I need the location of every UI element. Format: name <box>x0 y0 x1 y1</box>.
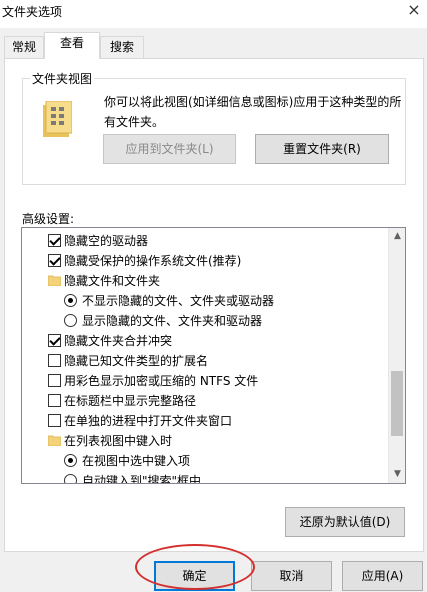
list-item-label: 隐藏空的驱动器 <box>64 234 149 248</box>
apply-to-folders-button[interactable]: 应用到文件夹(L) <box>103 134 236 164</box>
list-item-label: 隐藏文件夹合并冲突 <box>64 334 173 348</box>
tab-general[interactable]: 常规 <box>4 36 44 58</box>
scroll-down-icon[interactable]: ▼ <box>389 466 405 483</box>
radio-button[interactable] <box>64 294 77 307</box>
reset-folders-button[interactable]: 重置文件夹(R) <box>255 134 389 164</box>
list-item-label: 隐藏文件和文件夹 <box>64 274 161 288</box>
cancel-button[interactable]: 取消 <box>251 561 332 591</box>
folder-icon <box>43 101 72 137</box>
tab-search[interactable]: 搜索 <box>100 36 144 58</box>
scroll-up-icon[interactable]: ▲ <box>389 228 405 245</box>
list-item: 在列表视图中键入时 <box>22 431 388 451</box>
list-item-label: 在视图中选中键入项 <box>82 454 191 468</box>
list-item: 隐藏文件和文件夹 <box>22 271 388 291</box>
list-item-label: 不显示隐藏的文件、文件夹或驱动器 <box>82 294 275 308</box>
folder-view-title: 文件夹视图 <box>30 70 95 87</box>
list-item[interactable]: 不显示隐藏的文件、文件夹或驱动器 <box>22 291 388 311</box>
checkbox[interactable] <box>48 234 61 247</box>
apply-button[interactable]: 应用(A) <box>342 561 423 591</box>
list-item[interactable]: 在单独的进程中打开文件夹窗口 <box>22 411 388 431</box>
vertical-scrollbar[interactable]: ▲ ▼ <box>388 228 405 483</box>
advanced-settings-label: 高级设置: <box>22 212 75 226</box>
list-item[interactable]: 在标题栏中显示完整路径 <box>22 391 388 411</box>
folder-icon <box>48 435 61 446</box>
radio-button[interactable] <box>64 314 77 327</box>
description-line-2: 有文件夹。 <box>104 115 165 129</box>
checkbox[interactable] <box>48 334 61 347</box>
list-item[interactable]: 隐藏已知文件类型的扩展名 <box>22 351 388 371</box>
list-item-label: 在标题栏中显示完整路径 <box>64 394 197 408</box>
checkbox[interactable] <box>48 354 61 367</box>
list-item[interactable]: 自动键入到"搜索"框中 <box>22 471 388 484</box>
list-item-label: 用彩色显示加密或压缩的 NTFS 文件 <box>64 374 259 388</box>
tab-view[interactable]: 查看 <box>44 32 100 59</box>
window-title: 文件夹选项 <box>2 5 63 19</box>
list-item[interactable]: 显示隐藏的文件、文件夹和驱动器 <box>22 311 388 331</box>
description-line-1: 你可以将此视图(如详细信息或图标)应用于这种类型的所 <box>104 95 402 109</box>
list-item[interactable]: 隐藏受保护的操作系统文件(推荐) <box>22 251 388 271</box>
folder-view-description: 你可以将此视图(如详细信息或图标)应用于这种类型的所 有文件夹。 <box>104 92 404 132</box>
radio-button[interactable] <box>64 474 77 483</box>
folder-icon <box>48 275 61 286</box>
list-item-label: 隐藏已知文件类型的扩展名 <box>64 354 209 368</box>
list-item[interactable]: 隐藏空的驱动器 <box>22 231 388 251</box>
scrollbar-thumb[interactable] <box>391 371 403 436</box>
checkbox[interactable] <box>48 374 61 387</box>
checkbox[interactable] <box>48 254 61 267</box>
advanced-settings-list[interactable]: 隐藏空的驱动器 隐藏受保护的操作系统文件(推荐) 隐藏文件和文件夹 不显示隐藏的… <box>21 227 406 484</box>
list-item-label: 在列表视图中键入时 <box>64 434 173 448</box>
close-button[interactable]: × <box>401 0 427 24</box>
annotation-circle <box>135 544 255 590</box>
list-item-label: 在单独的进程中打开文件夹窗口 <box>64 414 233 428</box>
title-bar: 文件夹选项 × <box>0 0 427 28</box>
radio-button[interactable] <box>64 454 77 467</box>
checkbox[interactable] <box>48 414 61 427</box>
list-item-label: 隐藏受保护的操作系统文件(推荐) <box>64 254 242 268</box>
list-item[interactable]: 隐藏文件夹合并冲突 <box>22 331 388 351</box>
checkbox[interactable] <box>48 394 61 407</box>
list-item-label: 自动键入到"搜索"框中 <box>82 474 202 484</box>
list-item[interactable]: 用彩色显示加密或压缩的 NTFS 文件 <box>22 371 388 391</box>
list-item-label: 显示隐藏的文件、文件夹和驱动器 <box>82 314 263 328</box>
restore-defaults-button[interactable]: 还原为默认值(D) <box>285 507 405 537</box>
list-item[interactable]: 在视图中选中键入项 <box>22 451 388 471</box>
